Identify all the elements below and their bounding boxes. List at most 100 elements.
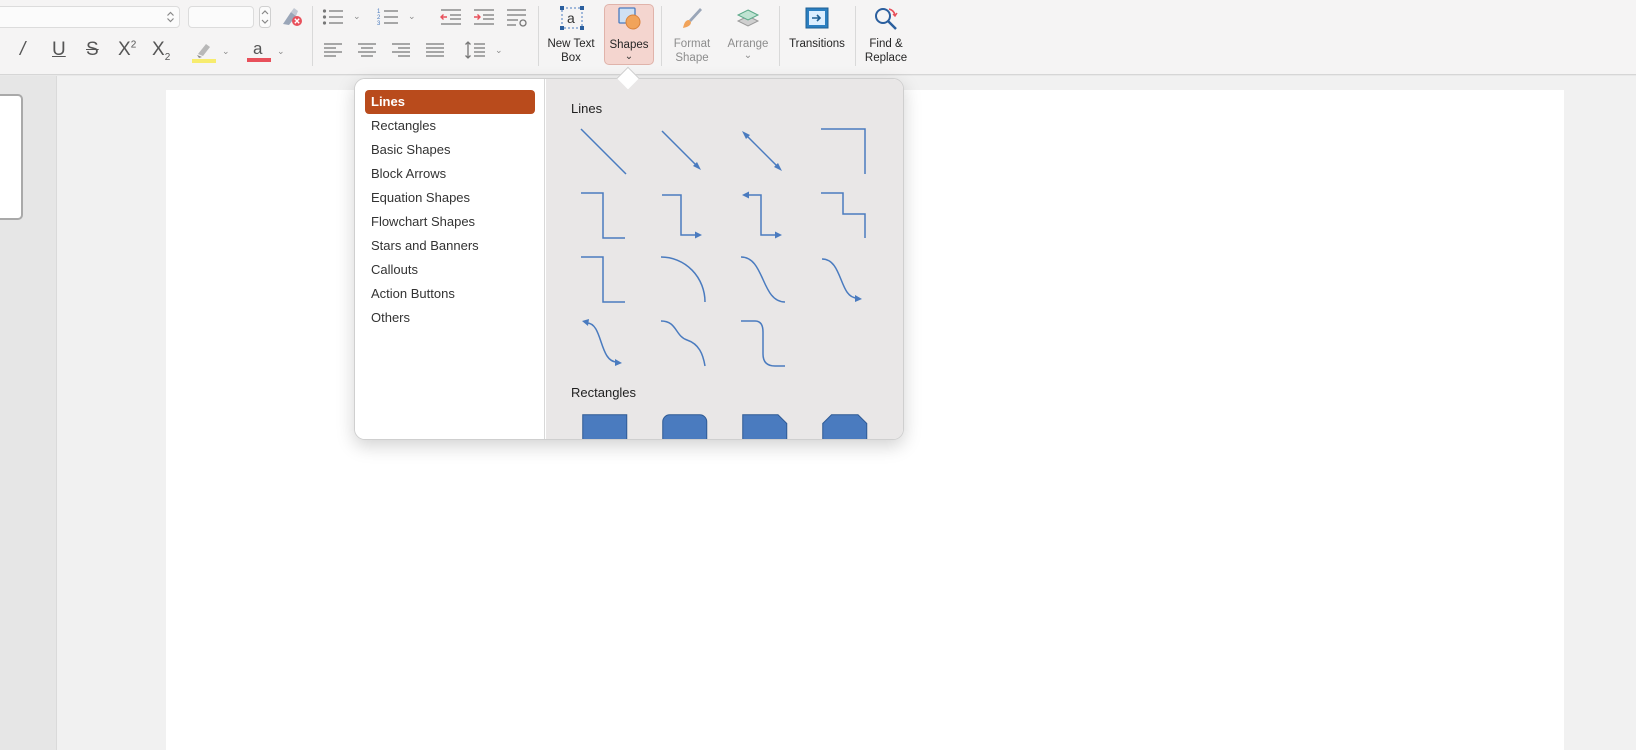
increase-indent-icon[interactable] [473,8,495,26]
separator [538,6,539,66]
transitions-label: Transitions [789,38,845,50]
font-color-dropdown-icon[interactable]: ⌄ [277,46,285,57]
shapes-button[interactable]: Shapes ⌄ [604,4,654,65]
shape-gallery: Lines Rectangles [546,79,903,439]
highlight-dropdown-icon[interactable]: ⌄ [222,46,230,57]
section-title-lines: Lines [571,101,603,116]
shape-snip-corner-rectangle[interactable] [742,414,792,439]
new-text-box-label-line1: New Text [547,38,595,50]
shape-curved-connector-double-arrow[interactable] [579,318,629,370]
shape-snip-two-corner-rectangle[interactable] [822,414,872,439]
shapes-dropdown-icon: ⌄ [624,51,634,62]
shape-elbow-connector-step[interactable] [819,190,869,242]
font-size-field[interactable] [188,6,254,28]
format-shape-label-line2: Shape [675,51,709,64]
transitions-icon [805,7,829,29]
separator [779,6,780,66]
shape-arc[interactable] [659,254,709,306]
section-title-rectangles: Rectangles [571,385,637,400]
shape-rounded-rectangle[interactable] [662,414,712,439]
shape-elbow-connector[interactable] [819,126,869,178]
subscript-glyph: X [152,39,165,60]
category-equation-shapes[interactable]: Equation Shapes [365,186,535,210]
decrease-indent-icon[interactable] [440,8,462,26]
shape-elbow-connector-plain[interactable] [579,254,629,306]
underline-button[interactable]: U [52,39,66,61]
bullets-icon[interactable] [322,8,344,26]
find-replace-icon [873,6,899,32]
format-shape-button[interactable]: Format Shape [664,4,720,66]
shape-category-list: Lines Rectangles Basic Shapes Block Arro… [355,79,545,439]
justify-icon[interactable] [425,42,445,58]
shape-line[interactable] [579,126,629,178]
arrange-dropdown-icon: ⌄ [743,50,753,61]
font-color-icon[interactable]: a [246,38,272,64]
numbering-dropdown-icon[interactable]: ⌄ [408,11,416,22]
new-text-box-label: New Text Box [542,38,600,65]
separator [661,6,662,66]
paragraph-options-icon[interactable] [506,8,528,28]
align-center-icon[interactable] [357,42,377,58]
find-replace-label-line2: Replace [864,51,908,64]
highlight-icon[interactable] [191,40,217,64]
superscript-button[interactable]: X2 [118,39,136,61]
format-shape-label: Format Shape [664,38,720,65]
category-stars-and-banners[interactable]: Stars and Banners [365,234,535,258]
find-replace-label-line1: Find & [869,38,903,50]
italic-button[interactable]: / [20,39,25,61]
shape-curved-connector[interactable] [739,254,789,306]
strikethrough-button[interactable]: S [86,39,99,61]
find-replace-label: Find & Replace [858,38,914,65]
shapes-icon [618,7,642,31]
numbering-icon[interactable]: 123 [377,7,399,27]
shape-rectangle[interactable] [582,414,632,439]
bullets-dropdown-icon[interactable]: ⌄ [353,11,361,22]
font-name-dropdown-icon[interactable] [166,10,175,24]
shape-curved-connector-arrow[interactable] [819,254,869,306]
category-callouts[interactable]: Callouts [365,258,535,282]
shape-elbow-connector-alt[interactable] [579,190,629,242]
format-shape-icon [680,6,704,30]
shape-elbow-connector-double-arrow[interactable] [739,190,789,242]
subscript-mark: 2 [164,51,171,63]
separator [312,6,313,66]
svg-text:3: 3 [377,21,381,27]
arrange-button[interactable]: Arrange ⌄ [722,4,774,66]
line-spacing-icon[interactable] [464,41,486,59]
category-others[interactable]: Others [365,306,535,330]
category-action-buttons[interactable]: Action Buttons [365,282,535,306]
shape-line-double-arrow[interactable] [739,126,789,178]
superscript-mark: 2 [130,39,137,51]
new-text-box-button[interactable]: a New Text Box [542,4,600,66]
clear-formatting-icon[interactable] [279,6,303,28]
shape-curved-step[interactable] [739,318,789,370]
align-left-icon[interactable] [323,42,343,58]
shapes-popover: Lines Rectangles Basic Shapes Block Arro… [354,78,904,440]
slide-thumbnail-pane [0,76,57,750]
font-color-glyph: a [253,39,263,58]
text-box-icon: a [560,6,584,30]
category-block-arrows[interactable]: Block Arrows [365,162,535,186]
slide-thumbnail[interactable] [0,94,23,220]
category-lines[interactable]: Lines [365,90,535,114]
find-replace-button[interactable]: Find & Replace [858,4,914,66]
svg-text:a: a [567,10,575,26]
category-flowchart-shapes[interactable]: Flowchart Shapes [365,210,535,234]
shape-elbow-connector-arrow[interactable] [659,190,709,242]
separator [855,6,856,66]
subscript-button[interactable]: X2 [152,39,170,63]
align-right-icon[interactable] [391,42,411,58]
new-text-box-label-line2: Box [561,51,581,64]
superscript-glyph: X [118,39,131,60]
shape-line-arrow[interactable] [659,126,709,178]
shape-s-curve[interactable] [659,318,709,370]
arrange-icon [736,6,760,30]
transitions-button[interactable]: Transitions [782,4,852,66]
ribbon-toolbar: / U S X2 X2 ⌄ a ⌄ ⌄ 123 ⌄ ⌄ a New Text B… [0,0,1636,75]
line-spacing-dropdown-icon[interactable]: ⌄ [495,45,503,56]
category-basic-shapes[interactable]: Basic Shapes [365,138,535,162]
category-rectangles[interactable]: Rectangles [365,114,535,138]
font-name-field[interactable] [0,6,180,28]
format-shape-label-line1: Format [673,38,711,50]
stepper-icon[interactable] [259,6,271,28]
